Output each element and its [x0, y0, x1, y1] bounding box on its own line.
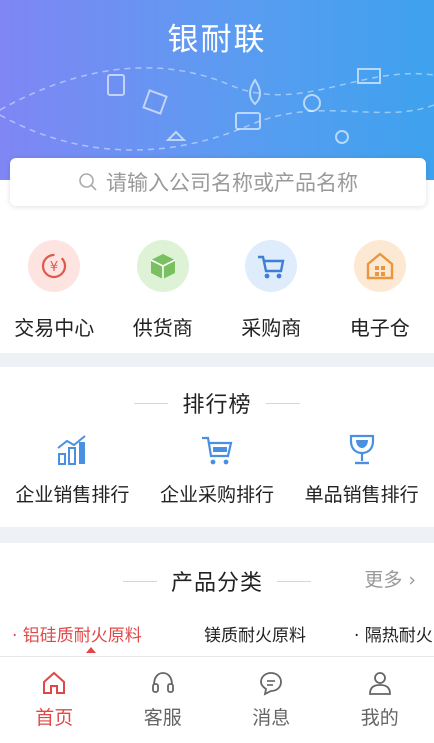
cart-icon	[245, 240, 297, 292]
search-icon	[78, 172, 98, 192]
svg-text:¥: ¥	[50, 260, 58, 275]
flask-icon	[168, 132, 184, 140]
factory-icon	[358, 69, 380, 83]
quick-nav-buyer[interactable]: 采购商	[217, 230, 326, 350]
header-banner: 银耐联	[0, 0, 434, 180]
tab-home[interactable]: 首页	[0, 657, 109, 743]
rank-label: 企业销售排行	[15, 480, 129, 507]
chevron-right-icon: ›	[408, 569, 416, 591]
warehouse-icon	[354, 240, 406, 292]
title-rule	[134, 403, 168, 404]
tab-messages[interactable]: 消息	[217, 657, 326, 743]
tab-label: 首页	[35, 703, 73, 730]
ranking-title-row: 排行榜	[0, 387, 434, 419]
tab-label: 我的	[361, 703, 399, 730]
quick-nav-label: 供货商	[133, 312, 193, 341]
section-divider	[0, 353, 434, 367]
quick-nav-label: 交易中心	[14, 312, 94, 341]
quick-nav: ¥ 交易中心 供货商 采购商 电子仓	[0, 230, 434, 350]
more-label: 更多	[364, 569, 402, 591]
ranking-title: 排行榜	[182, 387, 251, 419]
headset-icon	[149, 669, 177, 697]
rank-product-sales[interactable]: 单品销售排行	[305, 432, 419, 507]
title-rule	[123, 581, 157, 582]
badge-icon	[143, 90, 166, 113]
chat-icon	[257, 669, 285, 697]
category-section: 产品分类 更多 › · 铝硅质耐火原料 镁质耐火原料 · 隔热耐火	[0, 543, 434, 663]
exchange-icon: ¥	[28, 240, 80, 292]
trophy-icon	[344, 432, 380, 468]
ranking-list: 企业销售排行 企业采购排行 单品销售排行	[0, 432, 434, 507]
category-tabs: · 铝硅质耐火原料 镁质耐火原料 · 隔热耐火	[0, 621, 434, 655]
category-tab-insulation[interactable]: · 隔热耐火	[354, 621, 433, 646]
user-icon	[366, 669, 394, 697]
more-link[interactable]: 更多 ›	[364, 565, 416, 592]
recycle-icon	[336, 131, 348, 143]
bar-chart-icon	[54, 432, 90, 468]
bottom-tab-bar: 首页 客服 消息 我的	[0, 656, 434, 743]
quick-nav-supplier[interactable]: 供货商	[109, 230, 218, 350]
tab-profile[interactable]: 我的	[326, 657, 434, 743]
ranking-section: 排行榜 企业销售排行 企业采购排行	[0, 367, 434, 527]
quick-nav-label: 采购商	[241, 312, 301, 341]
active-tab-indicator	[86, 647, 96, 653]
category-tab-magnesia[interactable]: 镁质耐火原料	[204, 621, 306, 646]
cart-icon	[199, 432, 235, 468]
category-title: 产品分类	[171, 565, 263, 597]
search-placeholder: 请输入公司名称或产品名称	[106, 167, 358, 197]
category-tab-aluminosilicate[interactable]: · 铝硅质耐火原料	[12, 621, 142, 646]
rank-enterprise-sales[interactable]: 企业销售排行	[15, 432, 129, 507]
quick-nav-label: 电子仓	[350, 312, 410, 341]
doc-icon	[108, 75, 124, 95]
rank-label: 单品销售排行	[305, 480, 419, 507]
title-rule	[277, 581, 311, 582]
supplier-box-icon	[137, 240, 189, 292]
quick-nav-exchange[interactable]: ¥ 交易中心	[0, 230, 109, 350]
rank-enterprise-purchase[interactable]: 企业采购排行	[160, 432, 274, 507]
medal-icon	[304, 95, 320, 111]
search-bar[interactable]: 请输入公司名称或产品名称	[10, 158, 426, 206]
home-icon	[40, 669, 68, 697]
app-title: 银耐联	[0, 14, 434, 59]
quick-nav-warehouse[interactable]: 电子仓	[326, 230, 434, 350]
section-divider	[0, 527, 434, 543]
rank-label: 企业采购排行	[160, 480, 274, 507]
tab-service[interactable]: 客服	[109, 657, 218, 743]
title-rule	[266, 403, 300, 404]
banner-decoration	[0, 55, 434, 165]
tab-label: 消息	[252, 703, 290, 730]
tab-label: 客服	[144, 703, 182, 730]
